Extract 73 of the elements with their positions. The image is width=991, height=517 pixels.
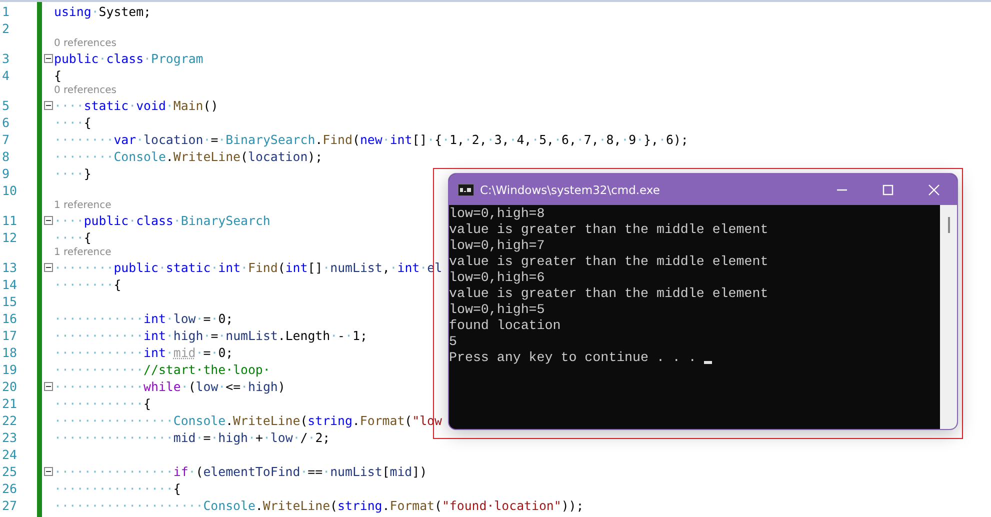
code-line: ············//start·the·loop· — [54, 361, 270, 378]
scrollbar[interactable] — [940, 205, 957, 429]
console-output-line: low=0,high=7 — [449, 238, 545, 254]
console-output-line: low=0,high=6 — [449, 270, 545, 286]
code-line: ····public·class·BinarySearch — [54, 212, 270, 229]
line-number: 14 — [1, 277, 18, 292]
code-line: ····················Console.WriteLine(string.Format("found·location")); — [54, 497, 584, 514]
reference-count[interactable]: 1 reference — [54, 247, 112, 258]
collapse-icon[interactable] — [44, 101, 52, 110]
terminal-icon — [458, 184, 474, 196]
reference-count[interactable]: 0 references — [54, 85, 116, 96]
code-line: ············while·(low·<=·high) — [54, 378, 286, 395]
line-number: 6 — [1, 115, 11, 130]
line-number: 3 — [1, 51, 11, 66]
code-line: ····static·void·Main() — [54, 97, 218, 114]
line-number: 26 — [1, 481, 18, 496]
code-line: using·System; — [54, 3, 151, 20]
line-number: 4 — [1, 68, 11, 83]
line-number: 18 — [1, 345, 18, 360]
line-number: 2 — [1, 21, 11, 36]
window-title: C:\Windows\system32\cmd.exe — [480, 182, 661, 196]
code-line: ········{ — [54, 276, 122, 293]
line-number: 21 — [1, 396, 18, 411]
line-number: 20 — [1, 379, 18, 394]
line-number: 10 — [1, 183, 18, 198]
line-number: 8 — [1, 149, 11, 164]
console-output-line: value is greater than the middle element — [449, 222, 768, 238]
line-number: 1 — [1, 4, 11, 19]
console-output-line: value is greater than the middle element — [449, 254, 768, 270]
code-line: ····{ — [54, 229, 92, 246]
line-number: 13 — [1, 260, 18, 275]
console-output-line: found location — [449, 318, 561, 334]
line-number: 23 — [1, 430, 18, 445]
reference-count[interactable]: 1 reference — [54, 200, 112, 211]
reference-count[interactable]: 0 references — [54, 38, 116, 49]
line-number: 12 — [1, 230, 18, 245]
console-output-line: low=0,high=8 — [449, 206, 545, 222]
code-line: { — [54, 67, 62, 84]
console-output-line: Press any key to continue . . . — [449, 350, 698, 366]
collapse-icon[interactable] — [44, 467, 52, 476]
code-line: ····} — [54, 165, 92, 182]
line-number: 5 — [1, 98, 11, 113]
console-output-line: low=0,high=5 — [449, 302, 545, 318]
code-line: ············int·mid·=·0; — [54, 344, 234, 361]
maximize-icon — [882, 184, 894, 196]
line-number: 25 — [1, 464, 18, 479]
line-number: 17 — [1, 328, 18, 343]
code-line: ········Console.WriteLine(location); — [54, 148, 323, 165]
code-line: ············{ — [54, 395, 151, 412]
collapse-icon[interactable] — [44, 54, 52, 63]
line-number: 22 — [1, 413, 18, 428]
collapse-icon[interactable] — [44, 263, 52, 272]
collapse-icon[interactable] — [44, 382, 52, 391]
line-number: 16 — [1, 311, 18, 326]
line-number: 7 — [1, 132, 11, 147]
code-line: ············int·low·=·0; — [54, 310, 234, 327]
code-line: ········var·location·=·BinarySearch.Find(new·int[]·{·1,·2,·3,·4,·5,·6,·7,·8,·9·},·6); — [54, 131, 688, 148]
line-number: 19 — [1, 362, 18, 377]
collapse-icon[interactable] — [44, 216, 52, 225]
close-icon — [928, 184, 940, 196]
console-output-line: 5 — [449, 334, 457, 350]
code-line: ················{ — [54, 480, 181, 497]
line-number: 24 — [1, 447, 18, 462]
code-line: ····{ — [54, 114, 92, 131]
code-line: ············int·high·=·numList.Length·-·1; — [54, 327, 368, 344]
line-number: 9 — [1, 166, 11, 181]
console-output-line: value is greater than the middle element — [449, 286, 768, 302]
code-line: ················mid·=·high·+·low·/·2; — [54, 429, 330, 446]
code-line: ················if·(elementToFind·==·numList[mid]) — [54, 463, 428, 480]
code-line: public·class·Program — [54, 50, 204, 67]
line-number: 27 — [1, 498, 18, 513]
line-number: 15 — [1, 294, 18, 309]
line-number: 11 — [1, 213, 18, 228]
